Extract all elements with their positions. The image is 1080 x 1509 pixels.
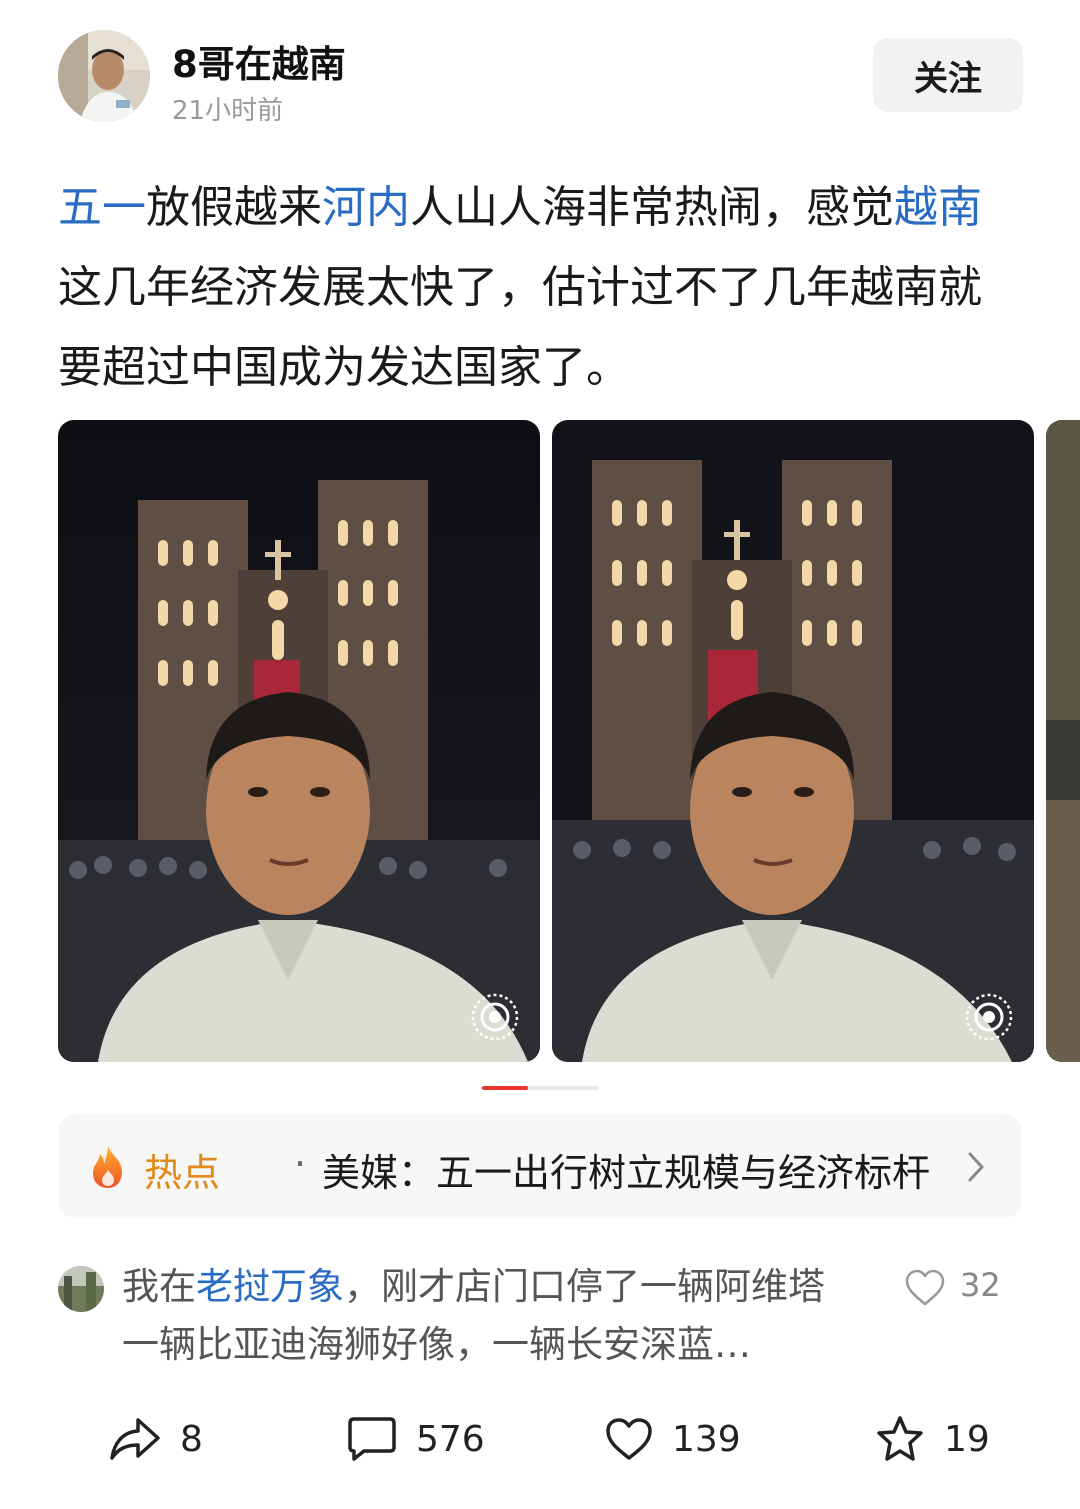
photo-gallery[interactable]: [0, 420, 1080, 1062]
comment-button[interactable]: 576: [346, 1414, 485, 1464]
author-avatar[interactable]: [58, 30, 150, 122]
like-count: 139: [672, 1418, 741, 1460]
chevron-right-icon: [968, 1152, 984, 1182]
comment-prefix: 我在: [122, 1265, 196, 1308]
topic-tag[interactable]: 五一: [58, 182, 146, 233]
post-text-segment: 这几年经济发展太快了，估计过不了几年越南就要超过中国成为发达国家了。: [58, 262, 982, 393]
author-name[interactable]: 8哥在越南: [172, 34, 346, 88]
hot-topic-card[interactable]: 热点 · 美媒：五一出行树立规模与经济标杆: [58, 1114, 1022, 1218]
hot-label: 热点: [144, 1151, 221, 1195]
post-text-segment: 放假越来: [146, 182, 322, 233]
favorite-button[interactable]: 19: [874, 1414, 990, 1464]
star-icon: [877, 1416, 923, 1461]
heart-icon: [606, 1418, 652, 1460]
favorite-count: 19: [944, 1418, 990, 1460]
topic-tag[interactable]: 越南: [894, 182, 982, 233]
post-text-segment: 人山人海非常热闹，感觉: [410, 182, 894, 233]
comment-like-count: 32: [960, 1266, 1001, 1304]
gallery-pager-active: [482, 1086, 528, 1090]
gallery-pager: [482, 1086, 598, 1090]
commenter-avatar[interactable]: [58, 1266, 104, 1312]
post-body: 五一放假越来河内人山人海非常热闹，感觉越南这几年经济发展太快了，估计过不了几年越…: [58, 168, 1022, 408]
comment-icon: [348, 1417, 396, 1461]
gallery-photo[interactable]: [552, 420, 1034, 1062]
gallery-photo[interactable]: [1046, 420, 1080, 1062]
like-button[interactable]: 139: [604, 1414, 741, 1464]
hot-separator: ·: [294, 1142, 307, 1186]
comment-text: 我在老挝万象，刚才店门口停了一辆阿维塔 一辆比亚迪海狮好像，一辆长安深蓝…: [122, 1258, 862, 1374]
topic-tag[interactable]: 河内: [322, 182, 410, 233]
live-photo-icon: [965, 993, 1013, 1041]
comment-location-tag[interactable]: 老挝万象: [196, 1265, 344, 1308]
hot-title[interactable]: 美媒：五一出行树立规模与经济标杆: [322, 1142, 930, 1197]
share-icon: [110, 1418, 160, 1460]
gallery-photo[interactable]: [58, 420, 540, 1062]
post-header: 8哥在越南 21小时前 关注: [0, 0, 1080, 150]
comment-count: 576: [416, 1418, 485, 1460]
heart-icon[interactable]: [904, 1268, 946, 1308]
share-count: 8: [180, 1418, 203, 1460]
top-comment[interactable]: 我在老挝万象，刚才店门口停了一辆阿维塔 一辆比亚迪海狮好像，一辆长安深蓝… 32: [58, 1258, 1022, 1378]
post-time: 21小时前: [172, 96, 284, 126]
live-photo-icon: [471, 993, 519, 1041]
follow-button[interactable]: 关注: [873, 38, 1023, 112]
share-button[interactable]: 8: [108, 1414, 203, 1464]
fire-icon: [93, 1146, 122, 1188]
action-bar: 8 576 139 19: [0, 1400, 1080, 1480]
